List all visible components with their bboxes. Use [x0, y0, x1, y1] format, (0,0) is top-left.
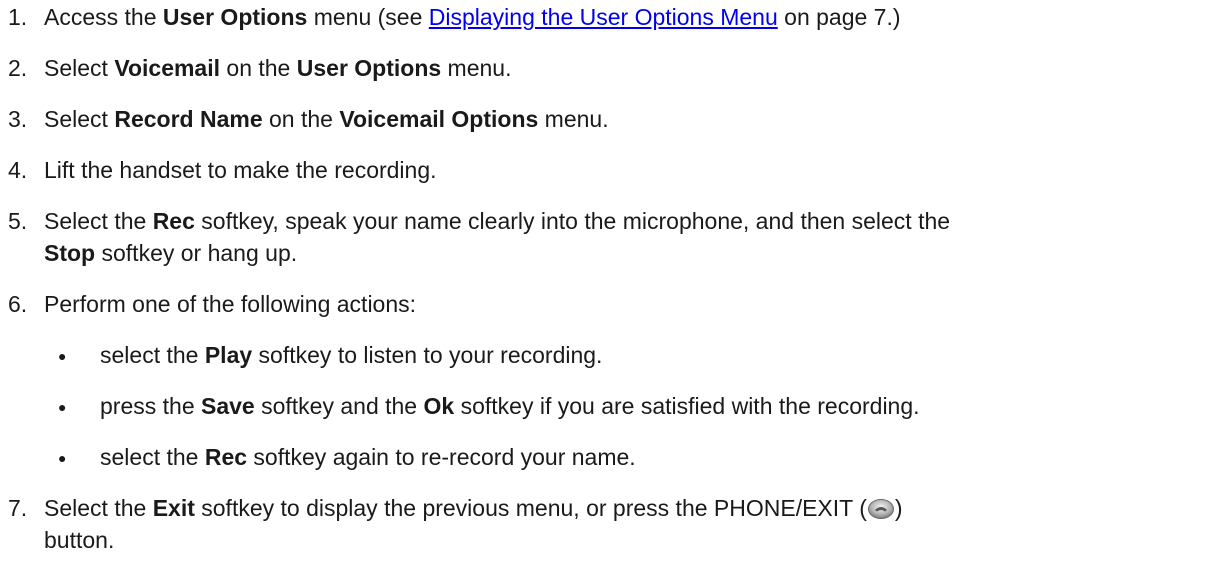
step-text: menu. [441, 55, 512, 81]
step-number: 6. [8, 291, 28, 317]
bullet-icon: ● [58, 399, 67, 415]
step-3: 3. Select Record Name on the Voicemail Op… [8, 103, 1213, 135]
step-text: Select [44, 106, 115, 132]
step-text: Access the [44, 4, 163, 30]
sub-item-text: softkey if you are satisfied with the re… [454, 393, 920, 419]
cross-reference-link[interactable]: Displaying the User Options Menu [429, 4, 778, 30]
step-text: Select [44, 55, 115, 81]
step-text: softkey, speak your name clearly into th… [194, 208, 951, 234]
step-text: ) [894, 495, 903, 521]
sub-item-2: ● press the Save softkey and the Ok softk… [58, 390, 1208, 423]
step-text: on the [262, 106, 340, 132]
menu-name: User Options [162, 4, 308, 30]
sub-item-text: softkey again to re-record your name. [247, 444, 636, 470]
step-text: on page 7.) [777, 4, 901, 30]
step-number: 7. [8, 495, 28, 521]
step-text: menu. [538, 106, 609, 132]
step-text: on the [220, 55, 297, 81]
step-text: Select the [44, 495, 153, 521]
softkey-name: Stop [44, 240, 96, 266]
sub-item-3: ● select the Rec softkey again to re-reco… [58, 441, 1208, 474]
step-text: Perform one of the following actions: [44, 291, 417, 317]
step-4: 4. Lift the handset to make the recording… [8, 154, 1213, 186]
step-continuation: Stop softkey or hang up. [8, 237, 1213, 269]
bullet-icon: ● [58, 450, 67, 466]
instruction-list: 1. Access the User Options menu (see Disp… [0, 0, 1225, 561]
step-number: 5. [8, 208, 28, 234]
step-number: 1. [8, 4, 28, 30]
step-7: 7. Select the Exit softkey to display the… [8, 492, 1213, 556]
menu-item-name: Record Name [114, 106, 263, 132]
step-text: menu (see [307, 4, 429, 30]
menu-name: Voicemail Options [339, 106, 539, 132]
step-text: softkey to display the previous menu, or… [194, 495, 867, 521]
sub-item-1: ● select the Play softkey to listen to yo… [58, 339, 1208, 372]
step-1: 1. Access the User Options menu (see Disp… [8, 1, 1213, 33]
bullet-icon: ● [58, 348, 67, 364]
phone-exit-button-icon [867, 496, 895, 519]
sub-item-text: softkey to listen to your recording. [252, 342, 603, 368]
menu-item-name: Voicemail [114, 55, 221, 81]
step-6: 6. Perform one of the following actions: [8, 288, 1213, 320]
sub-item-text: select the [100, 444, 205, 470]
menu-name: User Options [296, 55, 442, 81]
step-2: 2. Select Voicemail on the User Options m… [8, 52, 1213, 84]
step-number: 4. [8, 157, 28, 183]
step-number: 2. [8, 55, 28, 81]
step-5: 5. Select the Rec softkey, speak your nam… [8, 205, 1213, 269]
step-number: 3. [8, 106, 28, 132]
softkey-name: Play [204, 342, 253, 368]
softkey-name: Save [201, 393, 255, 419]
step-text: softkey or hang up. [95, 240, 298, 266]
step-text: Select the [44, 208, 153, 234]
step-text: Lift the handset to make the recording. [44, 157, 437, 183]
softkey-name: Rec [204, 444, 248, 470]
sub-item-text: softkey and the [254, 393, 424, 419]
step-continuation: button. [44, 527, 115, 553]
softkey-name: Rec [152, 208, 195, 234]
sub-item-text: select the [100, 342, 205, 368]
softkey-name: Exit [152, 495, 195, 521]
softkey-name: Ok [423, 393, 455, 419]
sub-item-text: press the [100, 393, 201, 419]
